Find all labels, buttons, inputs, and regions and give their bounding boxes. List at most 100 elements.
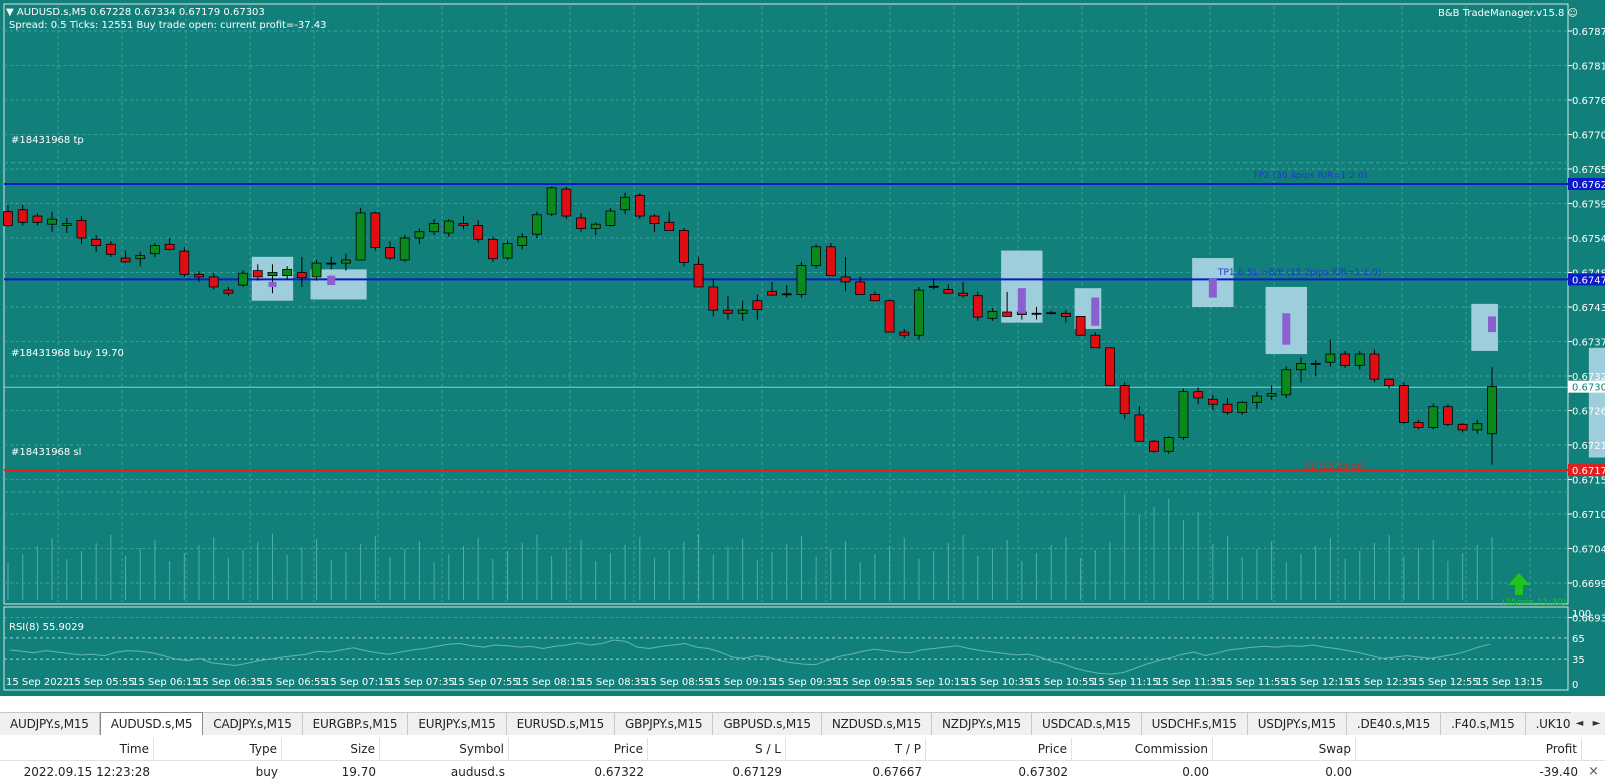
candle-body bbox=[869, 294, 880, 302]
table-cell: 0.67322 bbox=[594, 765, 644, 779]
candle-body bbox=[1354, 353, 1365, 366]
candle-body bbox=[1222, 403, 1233, 413]
candle-body bbox=[1149, 440, 1159, 452]
candle-body bbox=[590, 223, 601, 229]
candle-body bbox=[1252, 395, 1262, 403]
time-label: 15 Sep 08:35 bbox=[580, 677, 647, 688]
candle-body bbox=[678, 230, 689, 263]
rsi-axis-label: 100 bbox=[1572, 609, 1591, 620]
candle-body bbox=[458, 223, 469, 226]
column-header[interactable]: Swap bbox=[1213, 738, 1356, 760]
column-header[interactable]: Type bbox=[154, 738, 282, 760]
candle-body bbox=[708, 286, 719, 311]
chart-tab[interactable]: EURUSD.s,M15 bbox=[507, 713, 616, 735]
chart-tab[interactable]: .F40.s,M15 bbox=[1441, 713, 1526, 735]
column-header[interactable]: Time bbox=[0, 738, 154, 760]
candle-body bbox=[943, 289, 954, 294]
column-header[interactable]: Symbol bbox=[380, 738, 509, 760]
info-line: Spread: 0.5 Ticks: 12551 Buy trade open:… bbox=[9, 20, 327, 31]
time-label: 15 Sep 07:35 bbox=[388, 677, 455, 688]
zone-candle-overlay bbox=[1091, 297, 1100, 326]
candle-body bbox=[840, 276, 851, 283]
candle-body bbox=[487, 238, 498, 260]
candle-body bbox=[1119, 385, 1130, 415]
price-tick-label: 0.67155 bbox=[1572, 476, 1605, 487]
chart-tab[interactable]: EURJPY.s,M15 bbox=[408, 713, 507, 735]
time-label: 15 Sep 06:55 bbox=[260, 677, 327, 688]
current-price-tag: 0.67303 bbox=[1572, 383, 1605, 394]
candle-body bbox=[811, 246, 822, 266]
candle-body bbox=[1266, 393, 1277, 397]
candle-body bbox=[1413, 422, 1424, 428]
candle-body bbox=[91, 238, 102, 246]
table-cell: 0.67129 bbox=[732, 765, 782, 779]
time-label: 15 Sep 10:55 bbox=[1028, 677, 1095, 688]
tp2-line-label: TP2 (30.4pips R/R=1:2.0) bbox=[1253, 171, 1368, 181]
candle-body bbox=[252, 270, 263, 278]
trade-toolbox: Time Type Size Symbol Price S / LT / P Price Co… bbox=[0, 735, 1605, 784]
chart-tab[interactable]: NZDJPY.s,M15 bbox=[932, 713, 1032, 735]
symbol-header[interactable]: ▼ AUDUSD.s,M5 0.67228 0.67334 0.67179 0.… bbox=[6, 7, 265, 18]
chart-tab[interactable]: AUDJPY.s,M15 bbox=[0, 713, 100, 735]
chart-tab[interactable]: USDCAD.s,M15 bbox=[1032, 713, 1142, 735]
price-chart[interactable]: 0.67870 0.67815 0.67760 0.67705 0.67650 0.675… bbox=[0, 0, 1605, 696]
candle-body bbox=[1369, 353, 1380, 380]
zone-candle-overlay bbox=[327, 275, 336, 286]
column-header[interactable]: Commission bbox=[1072, 738, 1213, 760]
time-label: 15 Sep 12:35 bbox=[1348, 677, 1415, 688]
chart-tab[interactable]: USDJPY.s,M15 bbox=[1248, 713, 1347, 735]
candle-body bbox=[326, 262, 337, 265]
time-label: 15 Sep 08:15 bbox=[516, 677, 583, 688]
candle-body bbox=[150, 245, 160, 255]
price-tick-label: 0.67375 bbox=[1572, 338, 1605, 349]
price-tick-label: 0.67650 bbox=[1572, 165, 1605, 176]
table-row[interactable]: 2022.09.15 12:23:28 buy 19.70 audusd.s 0.673… bbox=[0, 761, 1605, 783]
candle-body bbox=[355, 212, 366, 261]
column-header[interactable]: Size bbox=[282, 738, 380, 760]
chart-tab[interactable]: .DE40.s,M15 bbox=[1347, 713, 1442, 735]
time-label: 15 Sep 11:15 bbox=[1092, 677, 1159, 688]
candle-body bbox=[737, 309, 748, 314]
chart-tab[interactable]: GBPJPY.s,M15 bbox=[615, 713, 714, 735]
tab-scroll-right-icon[interactable]: ► bbox=[1593, 718, 1601, 729]
chart-tab[interactable]: NZDUSD.s,M15 bbox=[822, 713, 933, 735]
candle-body bbox=[517, 236, 528, 246]
time-label: 15 Sep 09:15 bbox=[708, 677, 775, 688]
candle-body bbox=[781, 293, 792, 296]
chart-tab[interactable]: EURGBP.s,M15 bbox=[303, 713, 409, 735]
column-header[interactable]: T / P bbox=[786, 738, 926, 760]
candle-body bbox=[693, 263, 704, 288]
tp2-price-tag: 0.67626 bbox=[1572, 180, 1605, 191]
candle-body bbox=[429, 223, 439, 233]
zone-candle-overlay bbox=[268, 281, 277, 287]
candle-body bbox=[1310, 363, 1321, 365]
candle-body bbox=[1281, 369, 1292, 396]
chart-tab[interactable]: AUDUSD.s,M5 bbox=[99, 712, 204, 735]
column-header[interactable]: Price bbox=[926, 738, 1072, 760]
chart-tab[interactable]: CADJPY.s,M15 bbox=[203, 713, 303, 735]
trademan-label: B&B TradeManager.v15.8 ☺ bbox=[1438, 8, 1578, 19]
candle-body bbox=[1237, 401, 1248, 413]
candle-body bbox=[1163, 437, 1174, 452]
column-header[interactable]: S / L bbox=[648, 738, 786, 760]
column-header[interactable]: Price bbox=[509, 738, 648, 760]
price-tick-label: 0.67595 bbox=[1572, 200, 1605, 211]
candle-body bbox=[620, 196, 631, 211]
table-cell: 0.00 bbox=[1325, 765, 1352, 779]
close-trade-icon[interactable]: × bbox=[1588, 761, 1599, 783]
candle-body bbox=[1472, 423, 1483, 431]
tab-navigation: ◄ ► bbox=[1571, 712, 1605, 734]
chart-area[interactable]: 0.67870 0.67815 0.67760 0.67705 0.67650 0.675… bbox=[0, 0, 1605, 696]
column-header[interactable]: Profit bbox=[1356, 738, 1582, 760]
candle-body bbox=[194, 273, 204, 278]
candle-body bbox=[1090, 334, 1101, 349]
table-cell: buy bbox=[255, 765, 278, 779]
tab-scroll-left-icon[interactable]: ◄ bbox=[1576, 718, 1584, 729]
up-arrow-icon bbox=[1505, 571, 1533, 597]
chart-tab[interactable]: USDCHF.s,M15 bbox=[1142, 713, 1248, 735]
candle-body bbox=[928, 285, 939, 288]
time-label: 15 Sep 05:55 bbox=[68, 677, 135, 688]
candle-body bbox=[634, 194, 645, 217]
chart-tab[interactable]: GBPUSD.s,M15 bbox=[713, 713, 822, 735]
candle-body bbox=[47, 218, 57, 225]
